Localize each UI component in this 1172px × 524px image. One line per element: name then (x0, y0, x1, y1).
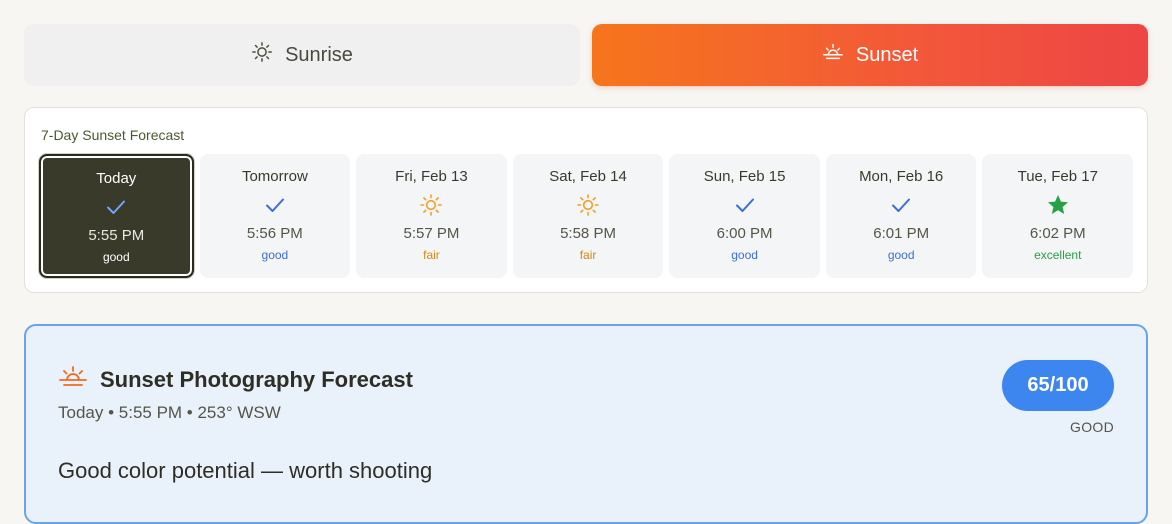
sun-icon (576, 190, 600, 220)
day-label: Sat, Feb 14 (549, 168, 627, 185)
sun-icon (419, 190, 443, 220)
detail-subtitle: Today • 5:55 PM • 253° WSW (58, 403, 281, 422)
forecast-day-3[interactable]: Sat, Feb 14 5:58 PM fair (512, 154, 664, 278)
forecast-day-2[interactable]: Fri, Feb 13 5:57 PM fair (356, 154, 507, 278)
day-quality: excellent (1034, 248, 1082, 262)
forecast-day-0[interactable]: Today 5:55 PM good (39, 154, 194, 278)
photography-forecast-card: Sunset Photography Forecast Today • 5:55… (24, 324, 1148, 524)
day-quality: good (731, 248, 758, 262)
day-label: Tomorrow (241, 168, 308, 185)
day-label: Today (96, 170, 137, 187)
day-time: 6:01 PM (873, 225, 930, 242)
day-quality: good (261, 248, 289, 262)
day-quality: fair (423, 248, 440, 262)
star-icon (1046, 190, 1070, 220)
day-quality: good (102, 250, 130, 264)
forecast-day-1[interactable]: Tomorrow 5:56 PM good (199, 154, 351, 278)
day-time: 6:02 PM (1029, 225, 1086, 242)
day-time: 6:00 PM (716, 225, 773, 242)
sun-event-toggle: Sunrise Sunset (24, 24, 1148, 86)
day-time: 5:58 PM (560, 225, 616, 242)
day-quality: good (887, 248, 915, 262)
forecast-day-list: Today 5:55 PM good Tomorrow 5:56 PM good Fri, … (39, 154, 1134, 278)
check-icon (263, 190, 287, 220)
check-icon (733, 190, 757, 220)
detail-headline: Good color potential — worth shooting (58, 458, 433, 483)
sunset-icon (822, 41, 844, 69)
forecast-day-5[interactable]: Mon, Feb 16 6:01 PM good (825, 154, 977, 278)
check-icon (889, 190, 913, 220)
sunset-icon (58, 364, 88, 395)
sunrise-tab[interactable]: Sunrise (24, 24, 580, 86)
check-icon (104, 192, 128, 222)
sunset-tab[interactable]: Sunset (592, 24, 1148, 86)
day-label: Tue, Feb 17 (1017, 168, 1098, 185)
detail-title: Sunset Photography Forecast (100, 366, 413, 392)
forecast-heading: 7-Day Sunset Forecast (41, 127, 185, 143)
day-label: Fri, Feb 13 (395, 168, 468, 185)
day-label: Mon, Feb 16 (859, 168, 944, 185)
seven-day-forecast-card: 7-Day Sunset Forecast Today 5:55 PM good To… (24, 107, 1148, 293)
forecast-day-6[interactable]: Tue, Feb 17 6:02 PM excellent (982, 154, 1134, 278)
forecast-day-4[interactable]: Sun, Feb 15 6:00 PM good (669, 154, 820, 278)
sunset-tab-label: Sunset (855, 43, 919, 66)
day-time: 5:56 PM (246, 225, 303, 242)
score-badge: 65/100 (1002, 360, 1114, 411)
day-time: 5:57 PM (403, 225, 460, 242)
day-time: 5:55 PM (88, 227, 145, 244)
sun-icon (251, 41, 273, 69)
sunrise-tab-label: Sunrise (285, 43, 353, 66)
detail-title-row: Sunset Photography Forecast (58, 364, 413, 395)
score-rating-label: GOOD (1070, 419, 1114, 435)
day-quality: fair (579, 248, 597, 262)
day-label: Sun, Feb 15 (703, 168, 786, 185)
